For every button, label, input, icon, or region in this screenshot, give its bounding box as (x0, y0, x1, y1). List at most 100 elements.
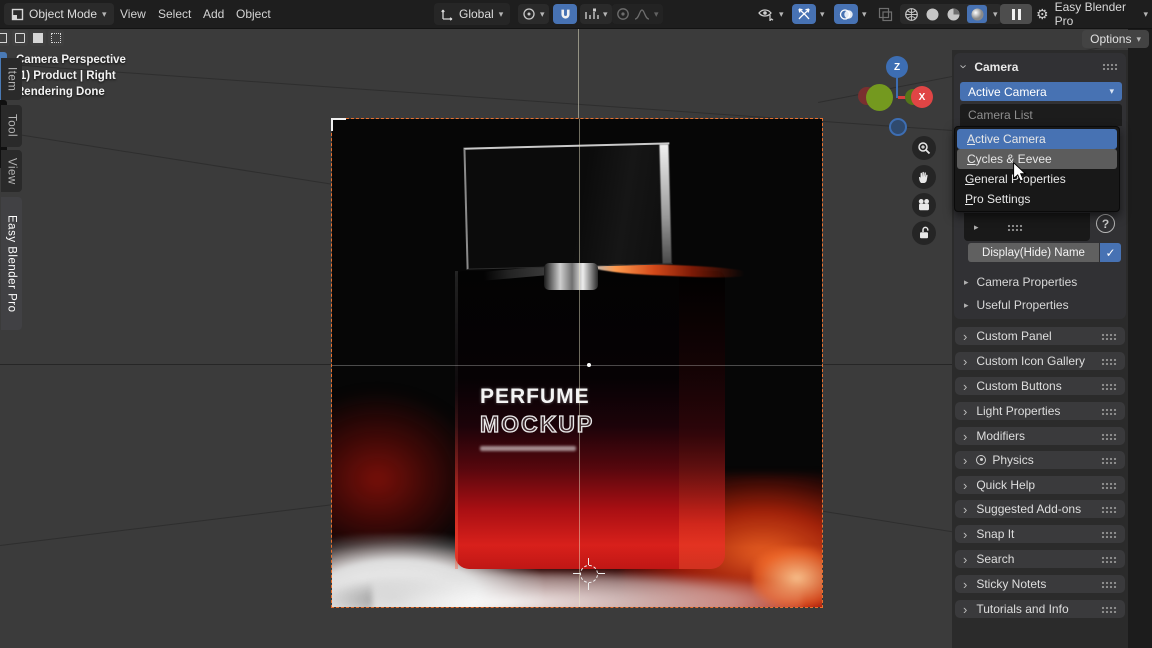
help-button[interactable]: ? (1096, 214, 1115, 233)
camera-list-box[interactable]: Camera List (960, 104, 1122, 126)
camera-panel-header[interactable]: › Camera (962, 59, 1118, 74)
material-shading-icon[interactable] (946, 7, 961, 22)
useful-properties-subpanel[interactable]: ▸ Useful Properties (964, 298, 1069, 312)
menu-view[interactable]: View (120, 7, 146, 21)
display-hide-name-checkbox[interactable]: ✓ (1100, 243, 1121, 262)
panel-suggested-addons[interactable]: ›Suggested Add-ons (955, 500, 1125, 518)
show-gizmo-toggle[interactable] (792, 4, 816, 24)
menu-select[interactable]: Select (158, 7, 191, 21)
snap-settings[interactable]: ▾ (580, 4, 612, 24)
chevron-down-icon[interactable]: ▾ (993, 10, 998, 19)
panel-custom-panel[interactable]: ›Custom Panel (955, 327, 1125, 345)
collapsed-list-row[interactable]: ▸ (964, 213, 1090, 241)
options-button[interactable]: Options ▾ (1082, 30, 1149, 48)
drag-handle-icon[interactable] (1101, 358, 1117, 365)
panel-quick-help[interactable]: ›Quick Help (955, 476, 1125, 494)
panel-search[interactable]: ›Search (955, 550, 1125, 568)
ember-highlight (752, 547, 822, 607)
panel-modifiers[interactable]: ›Modifiers (955, 427, 1125, 445)
menu-item-pro-settings[interactable]: Pro Settings (955, 189, 1119, 209)
render-status-text: Rendering Done (16, 84, 126, 100)
chevron-right-icon: › (963, 430, 967, 443)
display-hide-name-button[interactable]: Display(Hide) Name (968, 243, 1099, 262)
menu-object[interactable]: Object (236, 7, 271, 21)
drag-handle-icon[interactable] (1101, 506, 1117, 513)
solid-shading-icon[interactable] (925, 7, 940, 22)
drag-handle-icon[interactable] (1102, 63, 1118, 70)
options-label: Options (1090, 32, 1131, 46)
drag-handle-icon[interactable] (1101, 383, 1117, 390)
chevron-down-icon: ▾ (779, 10, 784, 19)
drag-handle-icon[interactable] (1101, 606, 1117, 613)
chevron-expanded-icon: › (957, 64, 972, 68)
gizmo-axis-x-ball[interactable]: X (911, 86, 933, 108)
gizmo-axis-neg-z-ball[interactable] (889, 118, 907, 136)
lock-view-button[interactable] (912, 221, 936, 245)
addon-menu-button[interactable]: ⚙ Easy Blender Pro ▾ (1032, 4, 1152, 24)
select-mode-box-button[interactable] (12, 30, 28, 46)
chevron-right-icon: › (963, 330, 967, 343)
sidebar-tab-view[interactable]: View (1, 150, 22, 192)
chevron-down-icon: ▾ (1143, 10, 1148, 19)
chevron-right-icon: › (963, 578, 967, 591)
center-guide-horizontal (332, 365, 822, 366)
pause-render-button[interactable] (1000, 4, 1032, 24)
drag-handle-icon[interactable] (1101, 408, 1117, 415)
sidebar-tab-tool[interactable]: Tool (1, 105, 22, 147)
active-camera-dropdown[interactable]: Active Camera ▾ (960, 82, 1122, 101)
drag-handle-icon[interactable] (1101, 433, 1117, 440)
menu-item-general-properties[interactable]: General Properties (955, 169, 1119, 189)
vertical-guide-line (578, 28, 579, 118)
magnet-icon (559, 8, 572, 21)
panel-light-properties[interactable]: ›Light Properties (955, 402, 1125, 420)
camera-frame[interactable]: PERFUME MOCKUP (331, 118, 823, 608)
panel-custom-icon-gallery[interactable]: ›Custom Icon Gallery (955, 352, 1125, 370)
falloff-curve-icon (634, 8, 650, 21)
snap-increment-icon (584, 8, 599, 21)
mode-selector[interactable]: Object Mode ▾ (4, 3, 114, 25)
panel-snap-it[interactable]: ›Snap It (955, 525, 1125, 543)
bottle-label-subtitle: MOCKUP (480, 411, 660, 438)
drag-handle-icon[interactable] (1101, 482, 1117, 489)
select-mode-tweak-button[interactable] (0, 30, 10, 46)
drag-handle-icon[interactable] (1101, 457, 1117, 464)
gizmo-axis-z-ball[interactable]: Z (886, 56, 908, 78)
proportional-editing-group[interactable]: ▾ (612, 4, 663, 24)
sidebar-tab-item[interactable]: Item (1, 58, 22, 100)
snap-toggle[interactable] (553, 4, 577, 24)
panel-sticky-notes[interactable]: ›Sticky Notets (955, 575, 1125, 593)
check-icon: ✓ (1105, 246, 1115, 260)
wireframe-shading-icon[interactable] (904, 7, 919, 22)
pivot-point-selector[interactable]: ▾ (518, 4, 549, 24)
panel-custom-buttons[interactable]: ›Custom Buttons (955, 377, 1125, 395)
pan-button[interactable] (912, 165, 936, 189)
gizmo-z-stem (896, 77, 898, 98)
perfume-bottle-cap (463, 142, 672, 269)
menu-add[interactable]: Add (203, 7, 224, 21)
drag-handle-icon[interactable] (1101, 581, 1117, 588)
show-overlays-toggle[interactable] (834, 4, 858, 24)
panel-physics[interactable]: ›Physics (955, 451, 1125, 469)
transform-orientation-selector[interactable]: Global ▾ (434, 3, 510, 25)
chevron-right-icon: › (963, 454, 967, 467)
camera-panel-title: Camera (974, 60, 1018, 74)
gizmo-axis-y-ball[interactable] (866, 84, 893, 111)
panel-tutorials-info[interactable]: ›Tutorials and Info (955, 600, 1125, 618)
chevron-down-icon[interactable]: ▾ (820, 10, 825, 19)
select-mode-lasso-button[interactable] (48, 30, 64, 46)
zoom-button[interactable] (912, 136, 936, 160)
drag-handle-icon[interactable] (1101, 556, 1117, 563)
select-mode-circle-button[interactable] (30, 30, 46, 46)
rendered-shading-button[interactable] (967, 5, 987, 23)
menu-item-cycles-eevee[interactable]: Cycles & Eevee (957, 149, 1117, 169)
menu-item-active-camera[interactable]: Active Camera (957, 129, 1117, 149)
camera-view-button[interactable] (912, 193, 936, 217)
select-circle-icon (33, 33, 43, 43)
xray-toggle[interactable] (874, 4, 897, 24)
object-visibility-selector[interactable]: ▾ (754, 4, 788, 24)
sidebar-tab-easy-blender-pro[interactable]: Easy Blender Pro (1, 197, 22, 330)
drag-handle-icon[interactable] (1101, 333, 1117, 340)
chevron-down-icon[interactable]: ▾ (862, 10, 867, 19)
camera-properties-subpanel[interactable]: ▸ Camera Properties (964, 275, 1077, 289)
drag-handle-icon[interactable] (1101, 531, 1117, 538)
